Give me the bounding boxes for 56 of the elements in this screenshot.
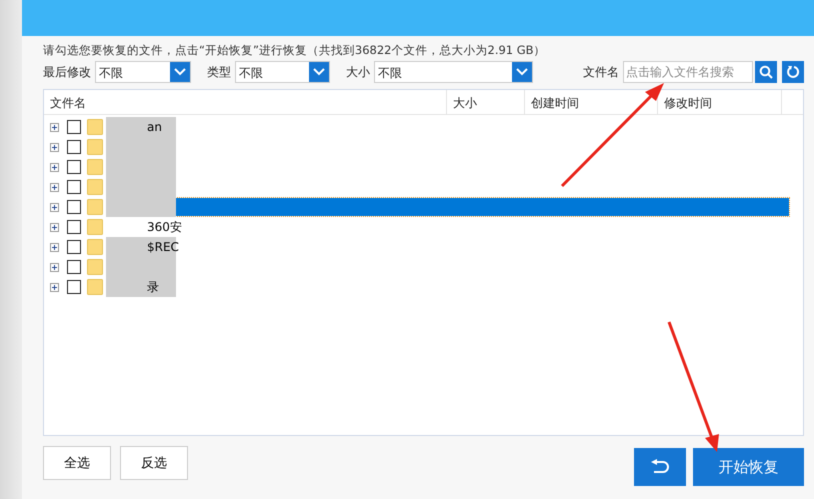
- checkbox[interactable]: [67, 280, 81, 294]
- search-field[interactable]: 点击输入文件名搜索: [623, 61, 753, 83]
- checkbox[interactable]: [67, 180, 81, 194]
- filter-dropdown[interactable]: 不限: [95, 61, 191, 83]
- checkbox[interactable]: [67, 260, 81, 274]
- pixelated-patch: [106, 117, 176, 137]
- expand-icon[interactable]: [50, 202, 59, 212]
- folder-icon: [87, 239, 103, 255]
- checkbox[interactable]: [67, 200, 81, 214]
- file-row[interactable]: 录: [44, 277, 803, 297]
- file-name[interactable]: 360安: [147, 218, 182, 236]
- select-button[interactable]: 全选: [43, 446, 111, 480]
- column-header: 大小: [447, 90, 525, 114]
- checkbox[interactable]: [67, 240, 81, 254]
- file-row[interactable]: an: [44, 117, 803, 137]
- file-row[interactable]: $REC: [44, 237, 803, 257]
- folder-icon: [87, 119, 103, 135]
- start-recovery-button[interactable]: 开始恢复: [693, 448, 804, 486]
- filter-dropdown[interactable]: 不限: [374, 61, 533, 83]
- expand-icon[interactable]: [50, 262, 59, 272]
- column-header: 文件名: [44, 90, 447, 114]
- file-row[interactable]: 360安: [44, 217, 803, 237]
- back-button[interactable]: [634, 448, 686, 486]
- folder-icon: [87, 279, 103, 295]
- file-name[interactable]: an: [147, 120, 162, 134]
- select-button[interactable]: 反选: [120, 446, 188, 480]
- checkbox[interactable]: [67, 220, 81, 234]
- folder-icon: [87, 159, 103, 175]
- folder-icon: [87, 199, 103, 215]
- filter-label: 最后修改: [43, 64, 91, 80]
- checkbox[interactable]: [67, 120, 81, 134]
- checkbox[interactable]: [67, 140, 81, 154]
- search-label: 文件名: [583, 64, 619, 80]
- expand-icon[interactable]: [50, 142, 59, 152]
- checkbox[interactable]: [67, 160, 81, 174]
- folder-icon: [87, 179, 103, 195]
- refresh-icon[interactable]: [782, 61, 804, 83]
- expand-icon[interactable]: [50, 242, 59, 252]
- filter-label: 类型: [207, 64, 231, 80]
- expand-icon[interactable]: [50, 122, 59, 132]
- folder-icon: [87, 139, 103, 155]
- pixelated-patch: [106, 277, 176, 297]
- filter-dropdown[interactable]: 不限: [235, 61, 330, 83]
- expand-icon[interactable]: [50, 182, 59, 192]
- file-name[interactable]: 录: [147, 278, 159, 296]
- file-name[interactable]: $REC: [147, 240, 179, 254]
- notice-text: 请勾选您要恢复的文件，点击“开始恢复”进行恢复（共找到36822个文件，总大小为2.91 GB）: [43, 42, 547, 59]
- folder-icon: [87, 219, 103, 235]
- expand-icon[interactable]: [50, 162, 59, 172]
- search-icon[interactable]: [755, 61, 777, 83]
- expand-icon[interactable]: [50, 222, 59, 232]
- back-arrow-icon: [650, 459, 670, 475]
- expand-icon[interactable]: [50, 282, 59, 292]
- folder-icon: [87, 259, 103, 275]
- filter-label: 大小: [346, 64, 370, 80]
- pixelated-patch: [106, 197, 176, 217]
